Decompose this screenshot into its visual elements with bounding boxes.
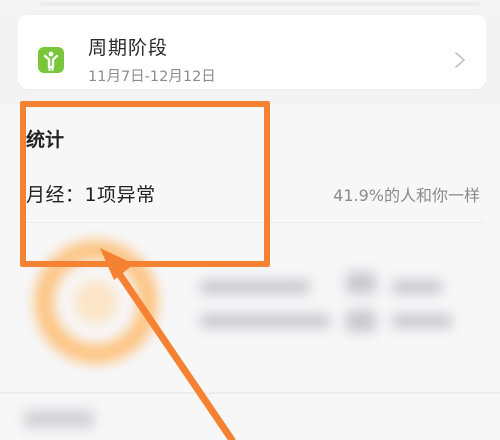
top-strip: [0, 0, 500, 10]
cycle-stage-title: 周期阶段: [88, 37, 169, 59]
top-strip-line: [40, 2, 480, 6]
bottom-label-placeholder: [24, 410, 94, 428]
stats-value-placeholder: [346, 310, 376, 332]
stats-bar-placeholder: [392, 280, 442, 294]
cycle-stage-card[interactable]: 周期阶段 11月7日-12月12日: [18, 15, 486, 89]
stats-bar-placeholder: [200, 314, 330, 328]
section-divider: [0, 392, 500, 394]
cycle-date-range: 11月7日-12月12日: [88, 69, 216, 85]
stats-ring-center: [74, 280, 118, 324]
person-arms-up-icon: [38, 47, 64, 73]
stats-percent-text: 41.9%的人和你一样: [333, 186, 480, 205]
stats-value-placeholder: [346, 272, 376, 294]
stats-bar-placeholder: [392, 314, 452, 328]
stats-bar-placeholder: [200, 280, 310, 294]
highlight-box-annotation: [20, 101, 270, 267]
app-screen: 周期阶段 11月7日-12月12日 统计 月经：1项异常 41.9%的人和你一样: [0, 0, 500, 440]
chevron-right-icon[interactable]: [454, 51, 466, 69]
